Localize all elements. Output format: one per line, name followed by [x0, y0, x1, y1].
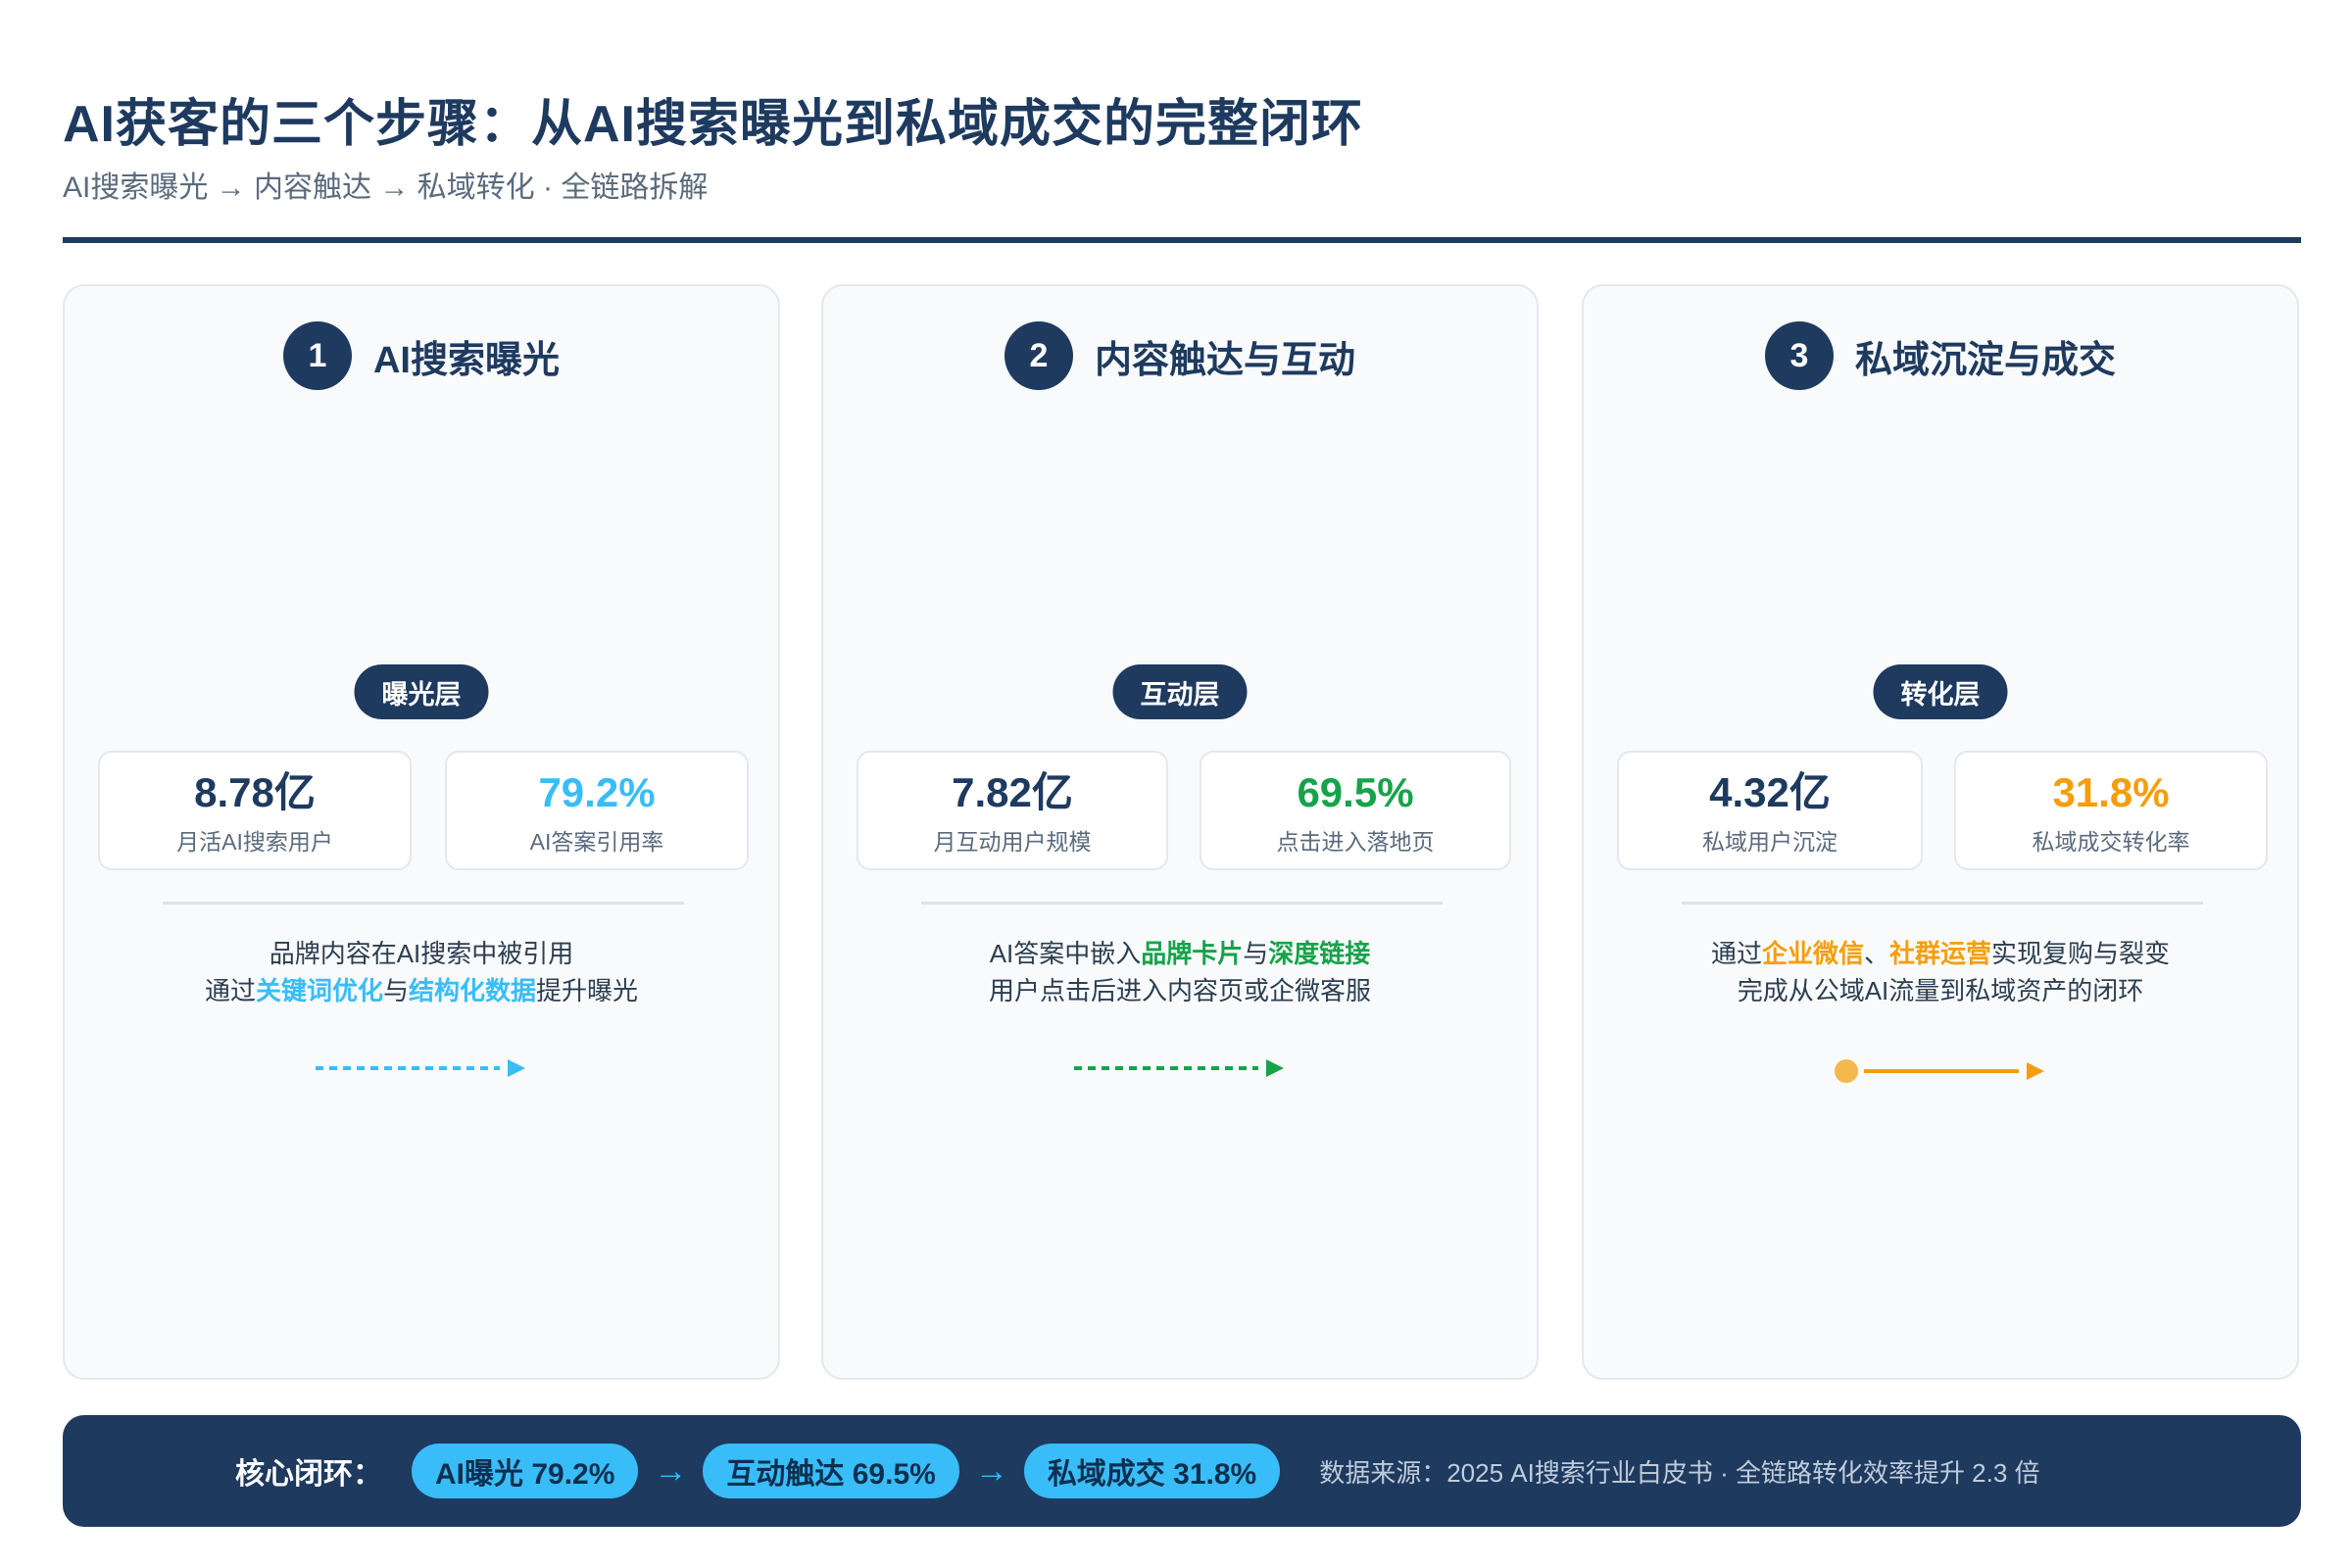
data-source-note: 数据来源：2025 AI搜索行业白皮书 · 全链路转化效率提升 2.3 倍 [1319, 1457, 2040, 1488]
page-title: AI获客的三个步骤：从AI搜索曝光到私域成交的完整闭环 [63, 96, 1364, 153]
stat-value: 8.78亿 [194, 769, 316, 815]
stat-card-users: 4.32亿 私域用户沉淀 [1617, 751, 1923, 870]
highlight-keyword: 关键词优化 [255, 976, 383, 1005]
desc-text: 提升曝光 [536, 976, 639, 1005]
card-divider [1682, 902, 2203, 905]
desc-line: 品牌内容在AI搜索中被引用 [269, 939, 574, 968]
desc-line: AI答案中嵌入品牌卡片与深度链接 [823, 935, 1537, 972]
page-subtitle: AI搜索曝光 → 内容触达 → 私域转化 · 全链路拆解 [63, 172, 709, 204]
desc-line: 用户点击后进入内容页或企微客服 [988, 976, 1371, 1005]
step-card-conversion: 3 私域沉淀与成交 转化层 4.32亿 私域用户沉淀 31.8% 私域成交转化率… [1582, 284, 2299, 1380]
stat-value: 31.8% [2052, 769, 2170, 815]
step-number-badge: 2 [1004, 321, 1073, 390]
layer-badge: 互动层 [1112, 664, 1248, 719]
card-divider [163, 902, 684, 905]
step-header: 2 内容触达与互动 [823, 321, 1537, 390]
stat-label: 点击进入落地页 [1276, 829, 1435, 855]
stat-card-rate: 31.8% 私域成交转化率 [1954, 751, 2268, 870]
highlight-keyword: 结构化数据 [409, 976, 537, 1005]
desc-text: 、 [1863, 939, 1889, 968]
layer-badge: 转化层 [1873, 664, 2008, 719]
desc-text: 实现复购与裂变 [1991, 939, 2171, 968]
right-arrow-icon: → [654, 1451, 688, 1490]
step-title: 私域沉淀与成交 [1854, 339, 2116, 381]
step-title: AI搜索曝光 [372, 339, 560, 381]
stat-value: 69.5% [1297, 769, 1414, 815]
card-divider [921, 902, 1443, 905]
desc-text: 与 [382, 976, 409, 1005]
stat-card-users: 7.82亿 月互动用户规模 [857, 751, 1168, 870]
solid-arrow-icon [1835, 1059, 2044, 1083]
stat-value: 7.82亿 [952, 769, 1073, 815]
loop-pill-exposure: AI曝光 79.2% [412, 1444, 639, 1498]
step-description: 品牌内容在AI搜索中被引用 通过关键词优化与结构化数据提升曝光 [65, 935, 778, 1009]
stat-label: 私域成交转化率 [2032, 829, 2190, 855]
stat-label: 月活AI搜索用户 [176, 829, 333, 855]
highlight-keyword: 深度链接 [1268, 939, 1371, 968]
highlight-keyword: 社群运营 [1889, 939, 1992, 968]
step-card-engagement: 2 内容触达与互动 互动层 7.82亿 月互动用户规模 69.5% 点击进入落地… [821, 284, 1539, 1380]
stat-label: AI答案引用率 [529, 829, 664, 855]
right-arrow-icon: → [974, 1451, 1008, 1490]
step-number-badge: 1 [282, 321, 352, 390]
step-header: 3 私域沉淀与成交 [1584, 321, 2297, 390]
stat-value: 79.2% [538, 769, 656, 815]
step-description: 通过企业微信、社群运营实现复购与裂变 完成从公域AI流量到私域资产的闭环 [1584, 935, 2297, 1009]
step-description: AI答案中嵌入品牌卡片与深度链接 用户点击后进入内容页或企微客服 [823, 935, 1537, 1009]
desc-text: 通过 [1710, 939, 1762, 968]
desc-text: 与 [1243, 939, 1269, 968]
stat-card-rate: 69.5% 点击进入落地页 [1200, 751, 1511, 870]
step-title: 内容触达与互动 [1094, 339, 1355, 381]
layer-badge: 曝光层 [354, 664, 489, 719]
dashed-arrow-icon [1074, 1059, 1284, 1077]
step-card-exposure: 1 AI搜索曝光 曝光层 8.78亿 月活AI搜索用户 79.2% AI答案引用… [63, 284, 780, 1380]
stat-label: 私域用户沉淀 [1702, 829, 1838, 855]
highlight-keyword: 企业微信 [1761, 939, 1864, 968]
stat-card-users: 8.78亿 月活AI搜索用户 [98, 751, 412, 870]
step-number-badge: 3 [1764, 321, 1834, 390]
stat-value: 4.32亿 [1709, 769, 1831, 815]
desc-line: 通过关键词优化与结构化数据提升曝光 [65, 972, 778, 1009]
highlight-keyword: 品牌卡片 [1141, 939, 1244, 968]
dashed-arrow-icon [316, 1059, 525, 1077]
desc-line: 通过企业微信、社群运营实现复购与裂变 [1584, 935, 2297, 972]
header-divider [63, 237, 2301, 243]
core-loop-label: 核心闭环： [235, 1458, 382, 1491]
desc-text: AI答案中嵌入 [989, 939, 1142, 968]
stat-card-rate: 79.2% AI答案引用率 [445, 751, 749, 870]
desc-line: 完成从公域AI流量到私域资产的闭环 [1737, 976, 2144, 1005]
loop-pill-engagement: 互动触达 69.5% [703, 1444, 959, 1498]
step-header: 1 AI搜索曝光 [65, 321, 778, 390]
loop-pill-conversion: 私域成交 31.8% [1023, 1444, 1281, 1498]
desc-text: 通过 [204, 976, 256, 1005]
stat-label: 月互动用户规模 [933, 829, 1092, 855]
core-loop-bar: 核心闭环： AI曝光 79.2% → 互动触达 69.5% → 私域成交 31.… [63, 1415, 2301, 1527]
